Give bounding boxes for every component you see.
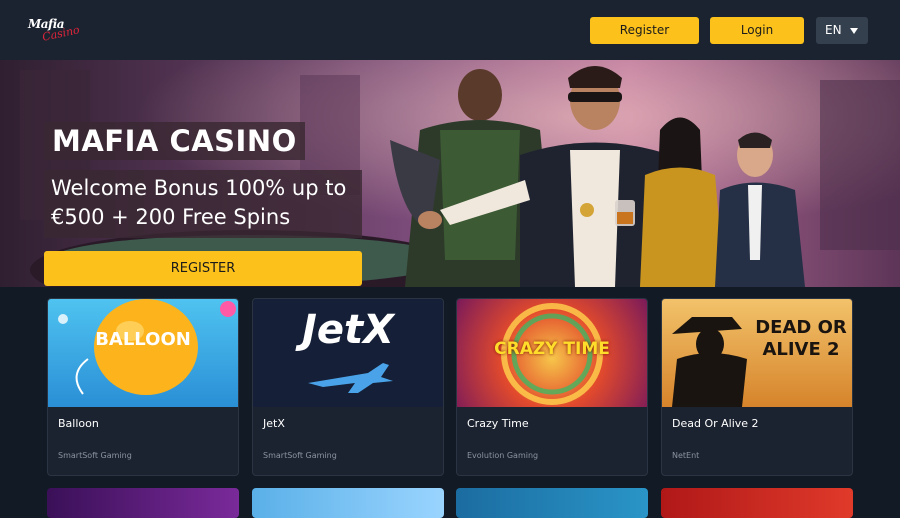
game-name: Crazy Time bbox=[467, 417, 529, 430]
game-name: Balloon bbox=[58, 417, 99, 430]
bonus-line-1: Welcome Bonus 100% up to bbox=[51, 176, 347, 200]
thumb-title: CRAZY TIME bbox=[494, 339, 610, 359]
game-card-jetx[interactable]: JetX JetX SmartSoft Gaming bbox=[252, 298, 444, 476]
register-button[interactable]: Register bbox=[590, 17, 699, 44]
thumb-title: JetX bbox=[302, 307, 394, 353]
game-provider: Evolution Gaming bbox=[467, 451, 539, 460]
hero-banner: MAFIA CASINO Welcome Bonus 100% up to €5… bbox=[0, 60, 900, 287]
thumb-title: DEAD OR ALIVE 2 bbox=[755, 317, 847, 360]
hero-title: MAFIA CASINO bbox=[44, 122, 305, 160]
game-name: JetX bbox=[263, 417, 285, 430]
caret-down-icon bbox=[850, 28, 858, 34]
hero-register-button[interactable]: REGISTER bbox=[44, 251, 362, 286]
balloon-thumb-art bbox=[58, 299, 236, 395]
welcome-bonus-text: Welcome Bonus 100% up to €500 + 200 Free… bbox=[44, 170, 362, 238]
game-thumbnail[interactable]: CRAZY TIME bbox=[457, 299, 647, 407]
game-card-balloon[interactable]: BALLOON Balloon SmartSoft Gaming bbox=[47, 298, 239, 476]
game-card-row2-3[interactable] bbox=[456, 488, 648, 518]
thumb-title: BALLOON bbox=[95, 329, 191, 350]
casino-logo[interactable]: Mafia Casino bbox=[28, 17, 81, 44]
top-header: Mafia Casino Register Login EN bbox=[0, 0, 900, 60]
game-card-dead-or-alive-2[interactable]: DEAD OR ALIVE 2 Dead Or Alive 2 NetEnt bbox=[661, 298, 853, 476]
game-thumbnail[interactable]: BALLOON bbox=[48, 299, 238, 407]
language-label: EN bbox=[825, 23, 842, 37]
game-card-row2-2[interactable] bbox=[252, 488, 444, 518]
game-provider: SmartSoft Gaming bbox=[58, 451, 132, 460]
game-thumbnail[interactable]: JetX bbox=[253, 299, 443, 407]
game-provider: NetEnt bbox=[672, 451, 700, 460]
game-card-crazy-time[interactable]: CRAZY TIME Crazy Time Evolution Gaming bbox=[456, 298, 648, 476]
login-button[interactable]: Login bbox=[710, 17, 804, 44]
game-provider: SmartSoft Gaming bbox=[263, 451, 337, 460]
bonus-line-2: €500 + 200 Free Spins bbox=[51, 205, 291, 229]
game-card-row2-1[interactable] bbox=[47, 488, 239, 518]
game-name: Dead Or Alive 2 bbox=[672, 417, 759, 430]
game-card-row2-4[interactable] bbox=[661, 488, 853, 518]
language-selector[interactable]: EN bbox=[816, 17, 868, 44]
game-thumbnail[interactable]: DEAD OR ALIVE 2 bbox=[662, 299, 852, 407]
